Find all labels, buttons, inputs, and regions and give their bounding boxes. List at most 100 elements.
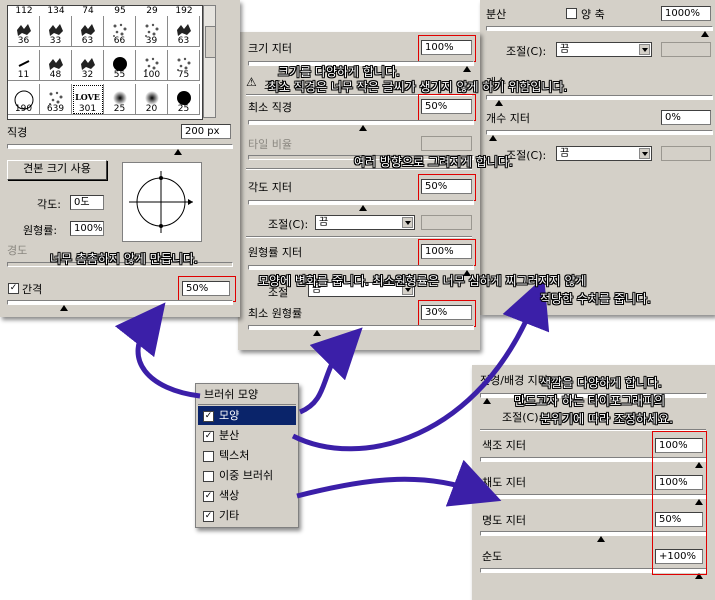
menu-item-1[interactable]: ✓ 모양 bbox=[198, 406, 296, 425]
warning-icon: ⚠ bbox=[246, 75, 257, 89]
menu-item-4[interactable]: 이중 브러쉬 bbox=[198, 466, 296, 485]
min-roundness-slider-thumb[interactable] bbox=[313, 330, 321, 336]
roundness-jitter-slider[interactable] bbox=[248, 265, 474, 276]
menu-item-checkbox[interactable]: ✓ bbox=[203, 511, 214, 522]
menu-title[interactable]: 브러쉬 모양 bbox=[198, 385, 296, 404]
fg-bg-slider-thumb[interactable] bbox=[483, 398, 491, 404]
brush-settings-menu: 브러쉬 모양 ✓ 모양 ✓ 분산텍스처이중 브러쉬 ✓ 색상 ✓ 기타 bbox=[195, 383, 299, 528]
scatter-control-field bbox=[661, 42, 711, 57]
brush-preset[interactable]: 36 bbox=[8, 16, 40, 47]
menu-item-checkbox[interactable] bbox=[203, 451, 214, 462]
brush-preset[interactable]: 25 bbox=[104, 84, 136, 115]
brush-preset[interactable]: 33 bbox=[40, 16, 72, 47]
spacing-note: 너무 촘촘하지 않게 만듭니다. bbox=[50, 252, 198, 266]
chevron-down-icon bbox=[639, 148, 650, 159]
scroll-thumb[interactable] bbox=[205, 26, 216, 58]
color-jitter-highlight bbox=[652, 431, 707, 575]
menu-item-6[interactable]: ✓ 기타 bbox=[198, 506, 296, 525]
hue-jitter-label: 색조 지터 bbox=[482, 439, 526, 452]
brush-preset[interactable]: 25 bbox=[168, 84, 200, 115]
menu-item-checkbox[interactable] bbox=[203, 471, 214, 482]
menu-item-2[interactable]: ✓ 분산 bbox=[198, 426, 296, 445]
arrow-to-spacing bbox=[114, 302, 201, 399]
roundness-label: 원형률: bbox=[23, 224, 58, 237]
min-diameter-slider-thumb[interactable] bbox=[359, 125, 367, 131]
brush-preset[interactable]: 39 bbox=[136, 16, 168, 47]
brush-preset[interactable]: 11 bbox=[8, 50, 40, 81]
brush-size-num: 36 bbox=[17, 36, 30, 46]
brush-preset[interactable]: 55 bbox=[104, 50, 136, 81]
scatter-control-label: 조절(C): bbox=[506, 45, 547, 58]
grid-scrollbar[interactable] bbox=[203, 5, 216, 118]
brush-preset[interactable]: 100 bbox=[136, 50, 168, 81]
spacing-checkbox[interactable]: ✓ bbox=[8, 283, 19, 294]
brush-preset[interactable]: 63 bbox=[168, 16, 200, 47]
scatter-control-select[interactable]: 끔 bbox=[556, 42, 652, 57]
menu-item-label: 색상 bbox=[219, 489, 240, 502]
spacing-slider-thumb[interactable] bbox=[60, 305, 68, 311]
angle-control-select[interactable]: 끔 bbox=[315, 215, 415, 230]
count-slider[interactable] bbox=[486, 95, 713, 106]
brush-preset[interactable]: 75 bbox=[168, 50, 200, 81]
diameter-field[interactable]: 200 px bbox=[181, 124, 231, 139]
brush-preset[interactable]: 32 bbox=[72, 50, 104, 81]
sample-size-button[interactable]: 견본 크기 사용 bbox=[7, 160, 107, 180]
brush-size-num: 32 bbox=[81, 70, 94, 80]
brush-size-num: 20 bbox=[145, 104, 158, 114]
count-jitter-field[interactable]: 0% bbox=[661, 110, 711, 125]
menu-item-5[interactable]: ✓ 색상 bbox=[198, 486, 296, 505]
menu-item-checkbox[interactable]: ✓ bbox=[203, 431, 214, 442]
menu-item-checkbox[interactable]: ✓ bbox=[203, 491, 214, 502]
brush-size-num: 63 bbox=[177, 36, 190, 46]
scatter-label: 분산 bbox=[486, 8, 507, 21]
spacing-highlight bbox=[178, 276, 236, 302]
min-diameter-label: 최소 직경 bbox=[248, 101, 292, 114]
brush-preset[interactable]: 190 bbox=[8, 84, 40, 115]
arrow-to-color-panel bbox=[296, 459, 502, 507]
angle-jitter-slider-thumb[interactable] bbox=[359, 205, 367, 211]
diameter-slider[interactable] bbox=[7, 144, 233, 155]
count-jitter-slider[interactable] bbox=[486, 130, 713, 141]
brush-angle-preview[interactable] bbox=[122, 162, 202, 242]
scatter-slider[interactable] bbox=[486, 26, 713, 37]
min-diameter-highlight bbox=[418, 94, 476, 121]
brush-preset[interactable]: 48 bbox=[40, 50, 72, 81]
menu-item-checkbox[interactable]: ✓ bbox=[203, 411, 214, 422]
brush-size-num: 301 bbox=[78, 104, 97, 114]
scatter-value-field[interactable]: 1000% bbox=[661, 6, 711, 21]
brush-size-num: 25 bbox=[113, 104, 126, 114]
roundness-note-2: 적당한 수치를 줍니다. bbox=[540, 292, 651, 306]
angle-jitter-highlight bbox=[418, 174, 476, 201]
count-jitter-slider-thumb[interactable] bbox=[489, 135, 497, 141]
brush-preset[interactable]: 20 bbox=[136, 84, 168, 115]
min-roundness-label: 최소 원형률 bbox=[248, 307, 303, 320]
brush-size-num: 66 bbox=[113, 36, 126, 46]
angle-label: 각도: bbox=[37, 198, 61, 211]
brush-header-num: 74 bbox=[82, 6, 94, 16]
scatter-slider-thumb[interactable] bbox=[701, 31, 709, 37]
brush-size-num: 639 bbox=[46, 104, 65, 114]
angle-jitter-slider[interactable] bbox=[248, 200, 474, 211]
min-diameter-slider[interactable] bbox=[248, 120, 474, 131]
brush-preset[interactable]: LOVE 301 bbox=[72, 84, 104, 115]
count-control-select[interactable]: 끔 bbox=[556, 146, 652, 161]
menu-item-label: 이중 브러쉬 bbox=[219, 469, 274, 482]
count-slider-thumb[interactable] bbox=[495, 100, 503, 106]
menu-item-3[interactable]: 텍스처 bbox=[198, 446, 296, 465]
crosshair-circle-icon bbox=[129, 171, 193, 233]
menu-item-label: 텍스처 bbox=[219, 449, 250, 462]
size-jitter-slider-thumb[interactable] bbox=[463, 66, 471, 72]
roundness-field[interactable]: 100% bbox=[70, 221, 104, 236]
brush-preset[interactable]: 63 bbox=[72, 16, 104, 47]
bright-jitter-slider-thumb[interactable] bbox=[597, 536, 605, 542]
spacing-slider[interactable] bbox=[7, 300, 233, 311]
scatter-panel: 분산 양 축 1000% 조절(C): 끔 개수 개수 지터 0% 조절(C):… bbox=[480, 0, 715, 315]
brush-preset[interactable]: 639 bbox=[40, 84, 72, 115]
tilt-scale-field bbox=[421, 136, 472, 151]
angle-field[interactable]: 0도 bbox=[70, 195, 104, 210]
fg-bg-jitter-label: 전경/배경 지터 bbox=[480, 374, 548, 387]
brush-preset[interactable]: 66 bbox=[104, 16, 136, 47]
min-roundness-slider[interactable] bbox=[248, 325, 474, 336]
both-axes-checkbox[interactable] bbox=[566, 8, 577, 19]
diameter-slider-thumb[interactable] bbox=[174, 149, 182, 155]
